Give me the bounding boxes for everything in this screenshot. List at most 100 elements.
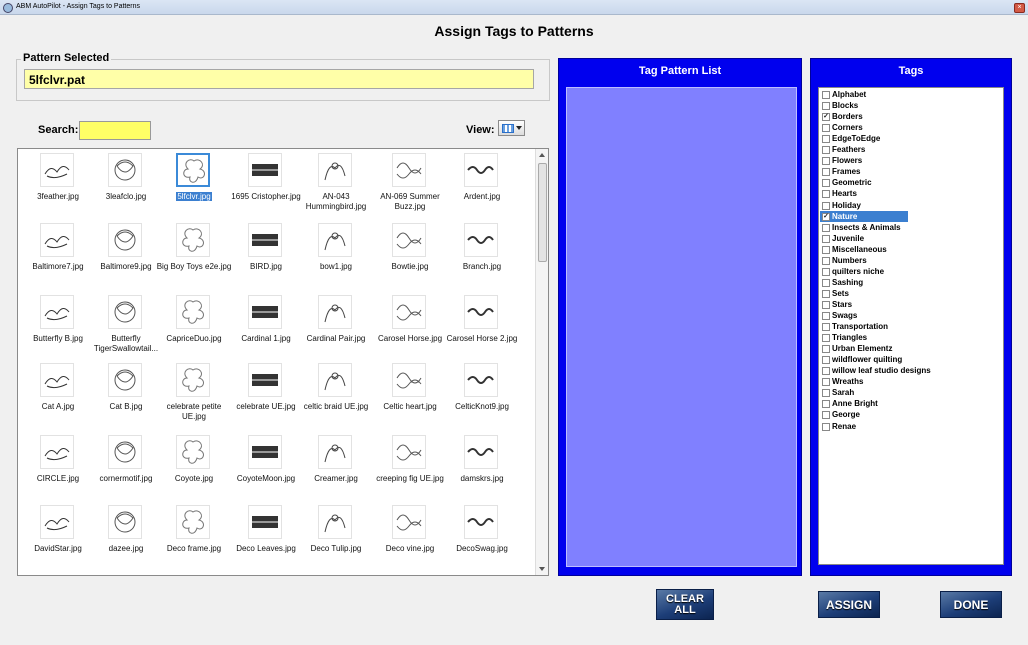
pattern-label: Butterfly TigerSwallowtail... <box>93 334 159 353</box>
pattern-gallery[interactable]: 3feather.jpg 3leafclo.jpg 5lfclvr.jpg 1695 … <box>17 148 549 576</box>
pattern-thumbnail <box>464 295 498 329</box>
tag-checkbox[interactable] <box>822 278 830 287</box>
close-icon[interactable]: × <box>1014 3 1025 13</box>
pattern-label: Creamer.jpg <box>314 474 358 483</box>
tag-checkbox[interactable] <box>822 168 830 177</box>
tags-list[interactable]: Alphabet Blocks ✓ Borders Corners EdgeToEdge F… <box>818 87 1004 565</box>
tag-checkbox[interactable] <box>822 400 830 409</box>
tag-checkbox[interactable] <box>822 422 830 431</box>
pattern-label: Cardinal 1.jpg <box>241 334 291 343</box>
tag-checkbox[interactable] <box>822 146 830 155</box>
tag-label: Holiday <box>832 200 861 210</box>
tag-checkbox[interactable] <box>822 323 830 332</box>
pattern-label: Coyote.jpg <box>174 474 214 483</box>
tag-checkbox[interactable] <box>822 201 830 210</box>
tag-item[interactable]: Sarah <box>820 387 854 398</box>
tag-checkbox[interactable] <box>822 300 830 309</box>
tag-checkbox[interactable]: ✓ <box>822 113 830 122</box>
assign-button[interactable]: ASSIGN <box>818 591 880 618</box>
tag-item[interactable]: Renae <box>820 421 856 432</box>
tag-item[interactable]: Feathers <box>820 144 865 155</box>
pattern-label: Ardent.jpg <box>463 192 501 201</box>
tag-item[interactable]: Wreaths <box>820 376 863 387</box>
tag-item[interactable]: Sashing <box>820 277 863 288</box>
tag-checkbox[interactable] <box>822 91 830 99</box>
pattern-thumbnail <box>176 435 210 469</box>
tag-item[interactable]: Triangles <box>820 332 867 343</box>
tag-item[interactable]: Alphabet <box>820 89 866 100</box>
tag-checkbox[interactable] <box>822 223 830 232</box>
tag-item[interactable]: ✓ Nature <box>820 210 908 222</box>
tag-item[interactable]: Hearts <box>820 188 857 199</box>
tag-label: Transportation <box>832 322 889 332</box>
tag-item[interactable]: Numbers <box>820 255 867 266</box>
pattern-selected-field[interactable]: 5lfclvr.pat <box>24 69 534 89</box>
tag-item[interactable]: Urban Elementz <box>820 343 892 354</box>
tag-checkbox[interactable] <box>822 312 830 320</box>
tag-pattern-list[interactable] <box>566 87 797 567</box>
tag-item[interactable]: Blocks <box>820 100 858 111</box>
tag-checkbox[interactable] <box>822 378 830 387</box>
tag-item[interactable]: Frames <box>820 166 860 177</box>
tag-checkbox[interactable] <box>822 367 830 376</box>
tag-item[interactable]: Stars <box>820 299 852 310</box>
tag-checkbox[interactable] <box>822 389 830 398</box>
tag-item[interactable]: Miscellaneous <box>820 244 887 255</box>
tag-checkbox[interactable] <box>822 256 830 265</box>
tag-item[interactable]: Corners <box>820 122 863 133</box>
done-button[interactable]: DONE <box>940 591 1002 618</box>
tag-item[interactable]: Insects & Animals <box>820 222 901 233</box>
pattern-label: bow1.jpg <box>319 262 353 271</box>
search-input[interactable] <box>79 121 151 140</box>
tag-item[interactable]: EdgeToEdge <box>820 133 880 144</box>
pattern-thumbnail <box>248 363 282 397</box>
tag-checkbox[interactable] <box>822 345 830 354</box>
clear-all-button[interactable]: CLEAR ALL <box>656 589 714 620</box>
tag-checkbox[interactable] <box>822 334 830 343</box>
tag-checkbox[interactable] <box>822 411 830 420</box>
tag-item[interactable]: Sets <box>820 288 849 299</box>
pattern-thumbnail <box>108 363 142 397</box>
tag-checkbox[interactable] <box>822 124 830 133</box>
tag-item[interactable]: Holiday <box>820 200 861 211</box>
pattern-label: Deco Tulip.jpg <box>310 544 362 553</box>
view-mode-button[interactable] <box>498 120 525 136</box>
tag-item[interactable]: George <box>820 409 860 420</box>
gallery-scrollbar[interactable] <box>535 149 548 575</box>
pattern-label: Deco frame.jpg <box>166 544 222 553</box>
pattern-thumbnail <box>318 363 352 397</box>
tag-checkbox[interactable]: ✓ <box>822 212 830 221</box>
tag-item[interactable]: quilters niche <box>820 266 884 277</box>
tag-checkbox[interactable] <box>822 356 830 365</box>
pattern-thumbnail <box>318 505 352 539</box>
tag-item[interactable]: Geometric <box>820 177 872 188</box>
tag-checkbox[interactable] <box>822 234 830 243</box>
tag-checkbox[interactable] <box>822 157 830 166</box>
tag-item[interactable]: ✓ Borders <box>820 111 863 122</box>
scroll-down-icon[interactable] <box>539 567 545 571</box>
tag-item[interactable]: Flowers <box>820 155 862 166</box>
tag-item[interactable]: Anne Bright <box>820 398 878 409</box>
tag-item[interactable]: wildflower quilting <box>820 354 902 365</box>
tag-checkbox[interactable] <box>822 102 830 111</box>
tag-checkbox[interactable] <box>822 267 830 276</box>
tag-label: Blocks <box>832 101 859 111</box>
tag-label: quilters niche <box>832 266 885 276</box>
tag-checkbox[interactable] <box>822 289 830 298</box>
pattern-thumbnail <box>392 295 426 329</box>
tag-item[interactable]: Juvenile <box>820 233 864 244</box>
tag-checkbox[interactable] <box>822 190 830 199</box>
pattern-label: celebrate petite UE.jpg <box>166 402 222 421</box>
tag-item[interactable]: Swags <box>820 310 857 321</box>
pattern-label: Deco vine.jpg <box>385 544 435 553</box>
pattern-thumbnail <box>392 435 426 469</box>
tag-item[interactable]: Transportation <box>820 321 888 332</box>
pattern-label: BIRD.jpg <box>249 262 282 271</box>
scroll-up-icon[interactable] <box>539 153 545 157</box>
pattern-thumbnail <box>248 295 282 329</box>
scrollbar-thumb[interactable] <box>538 163 547 262</box>
tag-checkbox[interactable] <box>822 135 830 144</box>
tag-item[interactable]: willow leaf studio designs <box>820 365 931 376</box>
tag-checkbox[interactable] <box>822 245 830 254</box>
tag-checkbox[interactable] <box>822 179 830 188</box>
